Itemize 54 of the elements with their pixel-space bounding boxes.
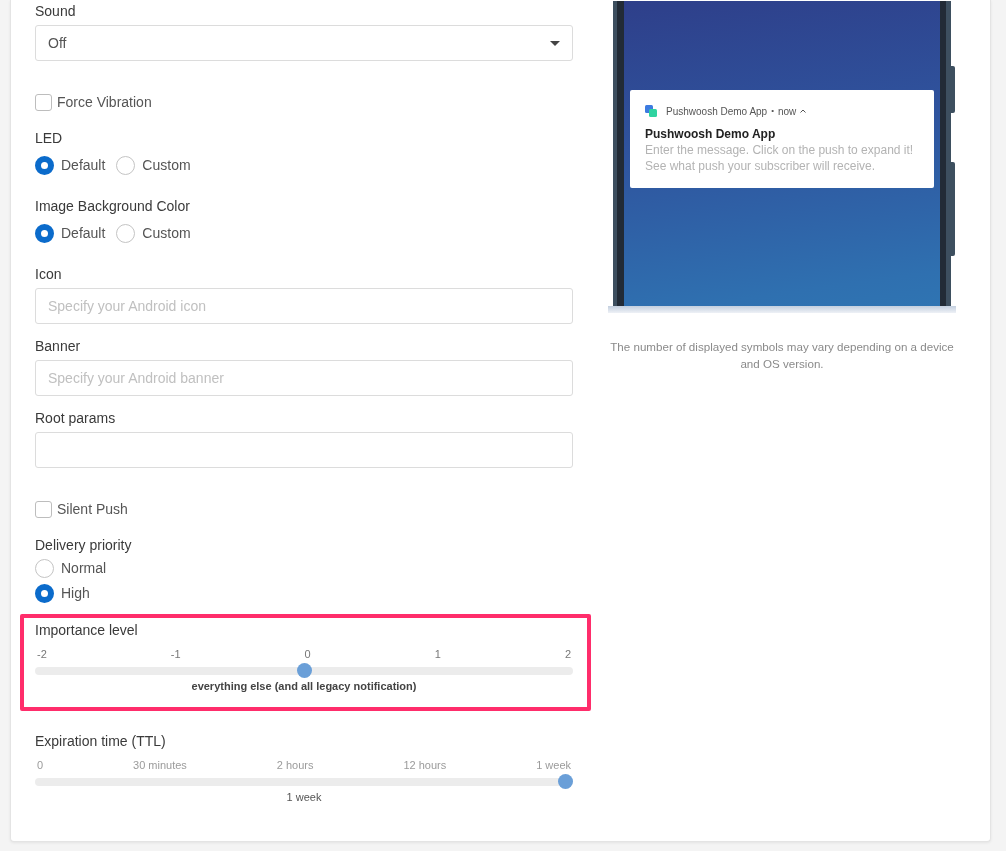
radio-label[interactable]: Default	[61, 155, 106, 175]
tick-label: -2	[37, 647, 47, 661]
slider-track[interactable]	[35, 663, 573, 678]
chevron-up-icon	[800, 109, 807, 113]
field-label: Image Background Color	[35, 197, 190, 216]
field-label: Root params	[35, 409, 116, 428]
radio-button[interactable]	[116, 223, 136, 243]
app-name: Pushwoosh Demo App	[666, 104, 768, 119]
field-label: Delivery priority	[35, 536, 132, 555]
select-field[interactable]: Off	[35, 25, 573, 61]
checkbox[interactable]	[35, 93, 52, 111]
field-label: Icon	[35, 265, 62, 284]
field-label: LED	[35, 129, 63, 148]
radio-label[interactable]: Default	[61, 223, 106, 243]
checkbox[interactable]	[35, 500, 52, 518]
separator-dot: •	[771, 105, 774, 117]
tick-label: 30 minutes	[133, 758, 187, 772]
slider-thumb[interactable]	[296, 663, 312, 678]
tick-label: 0	[304, 647, 311, 661]
field-label: Banner	[35, 337, 81, 356]
caret-down-icon	[550, 40, 560, 46]
tick-label: 1	[434, 647, 441, 661]
slider-value: everything else (and all legacy notification)	[191, 679, 417, 693]
field-label: Sound	[35, 2, 76, 21]
radio-button[interactable]	[35, 155, 54, 175]
tick-label: 0	[37, 758, 44, 772]
tick-label: 1 week	[536, 758, 571, 772]
slider-thumb[interactable]	[558, 774, 573, 789]
field-label: Expiration time (TTL)	[35, 732, 166, 751]
text-input[interactable]	[35, 432, 573, 468]
radio-label[interactable]: Normal	[61, 558, 107, 578]
tick-label: -1	[170, 647, 181, 661]
text-input[interactable]: Specify your Android icon	[35, 288, 573, 324]
radio-button[interactable]	[35, 558, 54, 578]
radio-label[interactable]: Custom	[142, 155, 191, 175]
field-label: Importance level	[35, 621, 138, 640]
radio-button[interactable]	[35, 583, 54, 603]
notification-time: now	[778, 104, 797, 119]
preview-note: The number of displayed symbols may vary depending on a device and OS version.	[609, 339, 955, 372]
text-input[interactable]: Specify your Android banner	[35, 360, 573, 396]
radio-label[interactable]: Custom	[142, 223, 191, 243]
checkbox-label[interactable]: Silent Push	[57, 499, 128, 519]
tick-label: 12 hours	[403, 758, 447, 772]
radio-label[interactable]: High	[61, 583, 90, 603]
radio-button[interactable]	[35, 223, 54, 243]
slider-value: 1 week	[286, 790, 322, 804]
radio-button[interactable]	[116, 155, 136, 175]
tick-label: 2 hours	[276, 758, 314, 772]
notification-title: Pushwoosh Demo App	[645, 126, 777, 142]
app-icon	[645, 105, 657, 117]
notification-body: Enter the message. Click on the push to expand it! See what push your subscriber will receive.	[645, 142, 915, 174]
checkbox-label[interactable]: Force Vibration	[57, 92, 152, 112]
tick-label: 2	[564, 647, 571, 661]
slider-track[interactable]	[35, 774, 573, 789]
